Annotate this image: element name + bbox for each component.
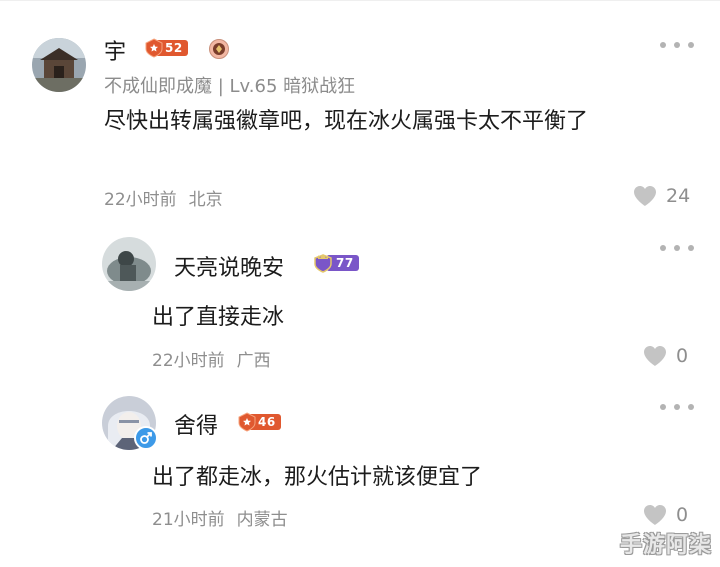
crown-shield-icon	[314, 254, 332, 273]
male-icon	[134, 426, 158, 450]
like-count: 0	[676, 504, 689, 526]
medal-icon	[209, 39, 229, 59]
more-options-icon[interactable]	[660, 40, 694, 50]
comment-text: 尽快出转属强徽章吧，现在冰火属强卡太不平衡了	[104, 109, 589, 134]
watermark: 手游阿柒	[619, 533, 712, 558]
comment-text: 出了直接走冰	[152, 305, 285, 330]
more-options-icon[interactable]	[660, 243, 694, 253]
comment-time: 22小时前	[104, 190, 177, 210]
like-count: 24	[666, 185, 691, 207]
comment-item: 宇 52 不成仙即成魔 | Lv.65 暗狱战狂 尽快出转属强徽章吧，现在冰火属…	[0, 0, 720, 230]
user-name[interactable]: 天亮说晚安	[174, 250, 284, 282]
shield-icon	[145, 38, 163, 58]
heart-icon	[634, 186, 656, 206]
comment-location: 北京	[188, 190, 223, 210]
heart-icon	[644, 346, 666, 366]
avatar[interactable]	[102, 237, 156, 291]
comment-time: 22小时前	[152, 351, 225, 371]
level-badge: 52	[145, 37, 188, 59]
comment-meta: 21小时前 内蒙古	[152, 505, 288, 530]
shield-icon	[238, 412, 256, 432]
like-button[interactable]: 0	[642, 503, 688, 527]
comment-location: 广西	[236, 351, 271, 371]
like-button[interactable]: 24	[632, 184, 690, 208]
more-options-icon[interactable]	[660, 402, 694, 412]
user-name[interactable]: 宇	[104, 34, 126, 66]
comment-location: 内蒙古	[236, 510, 288, 530]
user-name[interactable]: 舍得	[174, 408, 218, 440]
user-subtitle: 不成仙即成魔 | Lv.65 暗狱战狂	[104, 76, 356, 97]
comment-text: 出了都走冰，那火估计就该便宜了	[152, 465, 483, 490]
level-badge: 46	[238, 411, 281, 433]
comment-meta: 22小时前 北京	[104, 185, 223, 210]
heart-icon	[644, 505, 666, 525]
comment-time: 21小时前	[152, 510, 225, 530]
reply-item: 舍得 46 出了都走冰，那火估计就该便宜了 21小时前 内蒙古 0	[0, 390, 720, 567]
level-badge: 77	[312, 252, 359, 274]
like-button[interactable]: 0	[642, 344, 688, 368]
reply-item: 天亮说晚安 77 出了直接走冰 22小时前 广西 0	[0, 230, 720, 390]
comment-meta: 22小时前 广西	[152, 346, 271, 371]
like-count: 0	[676, 345, 689, 367]
avatar[interactable]	[32, 38, 86, 92]
